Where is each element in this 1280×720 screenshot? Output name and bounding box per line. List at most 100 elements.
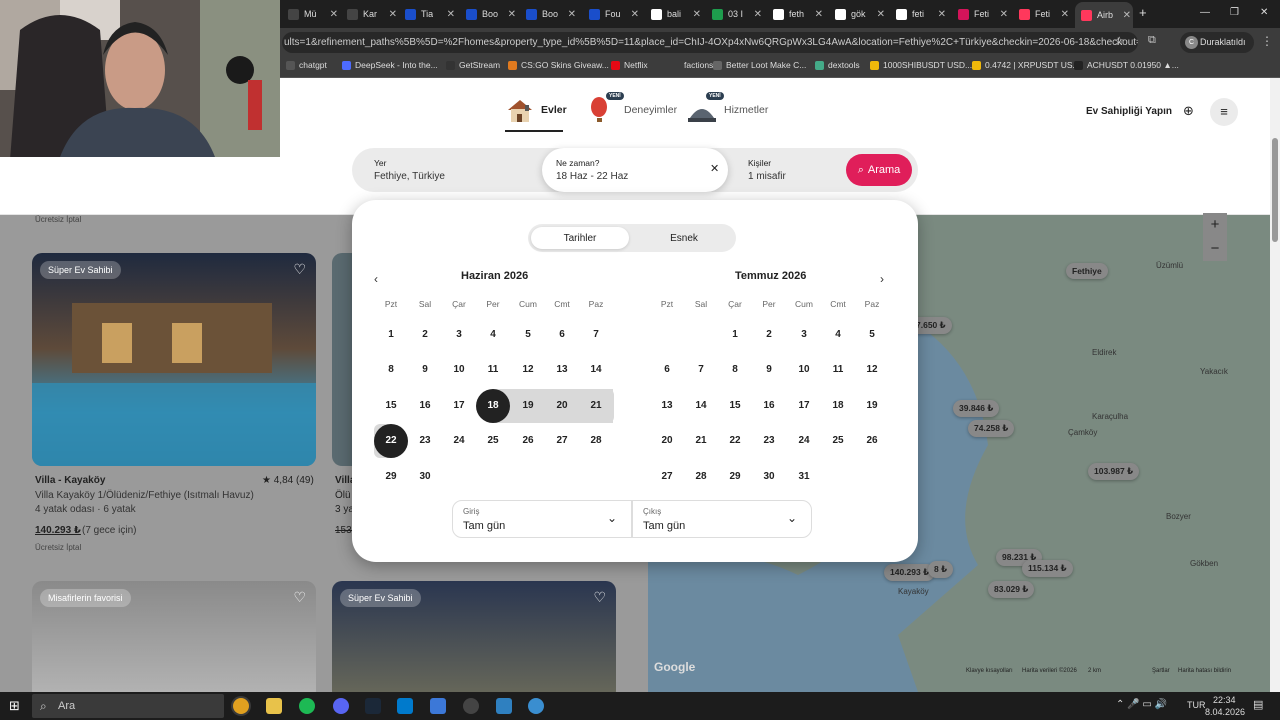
calendar-day[interactable]: 8 bbox=[374, 353, 408, 387]
browser-tab[interactable]: Feti ✕ bbox=[1013, 4, 1071, 24]
price-pin[interactable]: 8 ₺ bbox=[928, 561, 954, 578]
clock-time[interactable]: 22:34 bbox=[1213, 695, 1236, 705]
calendar-day[interactable]: 10 bbox=[787, 353, 821, 387]
discord-icon[interactable] bbox=[333, 698, 349, 714]
browser-tab[interactable]: feti ✕ bbox=[890, 4, 948, 24]
calendar-day[interactable]: 2 bbox=[408, 318, 442, 352]
calendar-day[interactable]: 5 bbox=[855, 318, 889, 352]
browser-tab[interactable]: feth ✕ bbox=[767, 4, 825, 24]
calendar-day[interactable]: 3 bbox=[442, 318, 476, 352]
calendar-day[interactable]: 24 bbox=[442, 424, 476, 458]
where-field[interactable]: Yer Fethiye, Türkiye bbox=[374, 158, 445, 182]
price-pin[interactable]: 39.846 ₺ bbox=[953, 400, 1000, 417]
calendar-day[interactable]: 21 bbox=[579, 389, 613, 423]
calendar-day[interactable]: 11 bbox=[821, 353, 855, 387]
calendar-day[interactable]: 27 bbox=[650, 460, 684, 494]
zoom-out-button[interactable]: − bbox=[1203, 237, 1227, 261]
listing-image[interactable]: Süper Ev Sahibi ♡ bbox=[32, 253, 316, 466]
close-tab-icon[interactable]: ✕ bbox=[631, 9, 639, 20]
browser-tab[interactable]: Fou ✕ bbox=[583, 4, 641, 24]
bookmark-item[interactable]: chatgpt bbox=[286, 60, 327, 70]
globe-icon[interactable]: ⊕ bbox=[1183, 103, 1194, 119]
calendar-day[interactable]: 25 bbox=[821, 424, 855, 458]
calendar-day[interactable]: 31 bbox=[787, 460, 821, 494]
nav-homes[interactable]: Evler bbox=[505, 96, 567, 124]
host-link[interactable]: Ev Sahipliği Yapın bbox=[1086, 106, 1172, 117]
map-footer-shortcuts[interactable]: Klavye kısayolları bbox=[966, 668, 1013, 674]
calendar-day[interactable]: 9 bbox=[408, 353, 442, 387]
calendar-day[interactable]: 27 bbox=[545, 424, 579, 458]
close-tab-icon[interactable]: ✕ bbox=[1000, 9, 1008, 20]
calendar-day[interactable]: 7 bbox=[684, 353, 718, 387]
calendar-day[interactable]: 3 bbox=[787, 318, 821, 352]
browser-tab[interactable]: Boo ✕ bbox=[520, 4, 578, 24]
windows-start-icon[interactable]: ⊞ bbox=[9, 698, 20, 714]
close-tab-icon[interactable]: ✕ bbox=[447, 9, 455, 20]
tray-icons[interactable]: ⌃ 🎤 ▭ 🔊 bbox=[1116, 699, 1167, 710]
checkout-time-select[interactable]: Çıkış Tam gün ⌄ bbox=[632, 500, 812, 538]
close-tab-icon[interactable]: ✕ bbox=[1061, 9, 1069, 20]
close-tab-icon[interactable]: ✕ bbox=[330, 9, 338, 20]
calendar-day[interactable]: 8 bbox=[718, 353, 752, 387]
profile-button[interactable]: C Duraklatıldı bbox=[1180, 32, 1254, 53]
calendar-day[interactable]: 22 bbox=[718, 424, 752, 458]
new-tab-icon[interactable]: + bbox=[1139, 5, 1147, 20]
map-footer-terms[interactable]: Şartlar bbox=[1152, 668, 1170, 674]
close-tab-icon[interactable]: ✕ bbox=[508, 9, 516, 20]
app-icon[interactable] bbox=[528, 698, 544, 714]
calendar-day[interactable]: 21 bbox=[684, 424, 718, 458]
obs-icon[interactable] bbox=[463, 698, 479, 714]
browser-tab[interactable]: 03 I ✕ bbox=[706, 4, 764, 24]
tab-dates[interactable]: Tarihler bbox=[531, 227, 629, 249]
calendar-day[interactable]: 1 bbox=[718, 318, 752, 352]
browser-tab[interactable]: Boo ✕ bbox=[460, 4, 518, 24]
price-pin[interactable]: 74.258 ₺ bbox=[968, 420, 1015, 437]
calendar-day[interactable]: 24 bbox=[787, 424, 821, 458]
close-window-icon[interactable]: ✕ bbox=[1260, 7, 1268, 18]
language-indicator[interactable]: TUR bbox=[1187, 700, 1206, 710]
browser-tab[interactable]: bali ✕ bbox=[645, 4, 703, 24]
calendar-day[interactable]: 17 bbox=[442, 389, 476, 423]
bookmark-item[interactable]: GetStream bbox=[446, 60, 500, 70]
vscode-icon[interactable] bbox=[397, 698, 413, 714]
calendar-day[interactable]: 23 bbox=[408, 424, 442, 458]
listing-price[interactable]: 140.293 ₺ bbox=[35, 525, 81, 536]
calendar-day[interactable]: 14 bbox=[579, 353, 613, 387]
calendar-day[interactable]: 1 bbox=[374, 318, 408, 352]
calendar-day[interactable]: 28 bbox=[579, 424, 613, 458]
heart-icon[interactable]: ♡ bbox=[293, 261, 306, 278]
listing-image[interactable]: Misafirlerin favorisi ♡ bbox=[32, 581, 316, 701]
calendar-day[interactable]: 5 bbox=[511, 318, 545, 352]
taskbar-search[interactable]: ⌕ Ara bbox=[32, 694, 224, 718]
bookmark-item[interactable]: 0.4742 | XRPUSDT US... bbox=[972, 60, 1080, 70]
calendar-day[interactable]: 18 bbox=[476, 389, 510, 423]
calendar-day[interactable]: 28 bbox=[684, 460, 718, 494]
calendar-day[interactable]: 16 bbox=[752, 389, 786, 423]
prev-month-icon[interactable]: ‹ bbox=[374, 272, 378, 286]
minimize-icon[interactable]: — bbox=[1200, 7, 1210, 18]
close-tab-icon[interactable]: ✕ bbox=[568, 9, 576, 20]
bookmark-item[interactable]: Netflix bbox=[611, 60, 648, 70]
calendar-day[interactable]: 2 bbox=[752, 318, 786, 352]
heart-icon[interactable]: ♡ bbox=[293, 589, 306, 606]
bookmark-item[interactable]: 1000SHIBUSDT USD... bbox=[870, 60, 972, 70]
browser-tab[interactable]: Tia ✕ bbox=[399, 4, 457, 24]
calendar-day[interactable]: 10 bbox=[442, 353, 476, 387]
calendar-day[interactable]: 4 bbox=[821, 318, 855, 352]
calendar-day[interactable]: 4 bbox=[476, 318, 510, 352]
map-place-label[interactable]: Fethiye bbox=[1066, 263, 1108, 279]
calendar-day[interactable]: 17 bbox=[787, 389, 821, 423]
extensions-icon[interactable]: ⧉ bbox=[1148, 34, 1156, 47]
close-tab-icon[interactable]: ✕ bbox=[389, 9, 397, 20]
browser-tab[interactable]: Feti ✕ bbox=[952, 4, 1010, 24]
calendar-day[interactable]: 13 bbox=[650, 389, 684, 423]
menu-button[interactable]: ≡ bbox=[1210, 98, 1238, 126]
browser-tab[interactable]: Kar ✕ bbox=[341, 4, 399, 24]
listing-image[interactable]: Süper Ev Sahibi ♡ bbox=[332, 581, 616, 701]
calendar-day[interactable]: 26 bbox=[855, 424, 889, 458]
calendar-day[interactable]: 9 bbox=[752, 353, 786, 387]
page-scrollbar[interactable] bbox=[1270, 78, 1280, 692]
map-footer-report[interactable]: Harita hatası bildirin bbox=[1178, 668, 1231, 674]
maximize-icon[interactable]: ❐ bbox=[1230, 7, 1239, 18]
calendar-day[interactable]: 6 bbox=[650, 353, 684, 387]
